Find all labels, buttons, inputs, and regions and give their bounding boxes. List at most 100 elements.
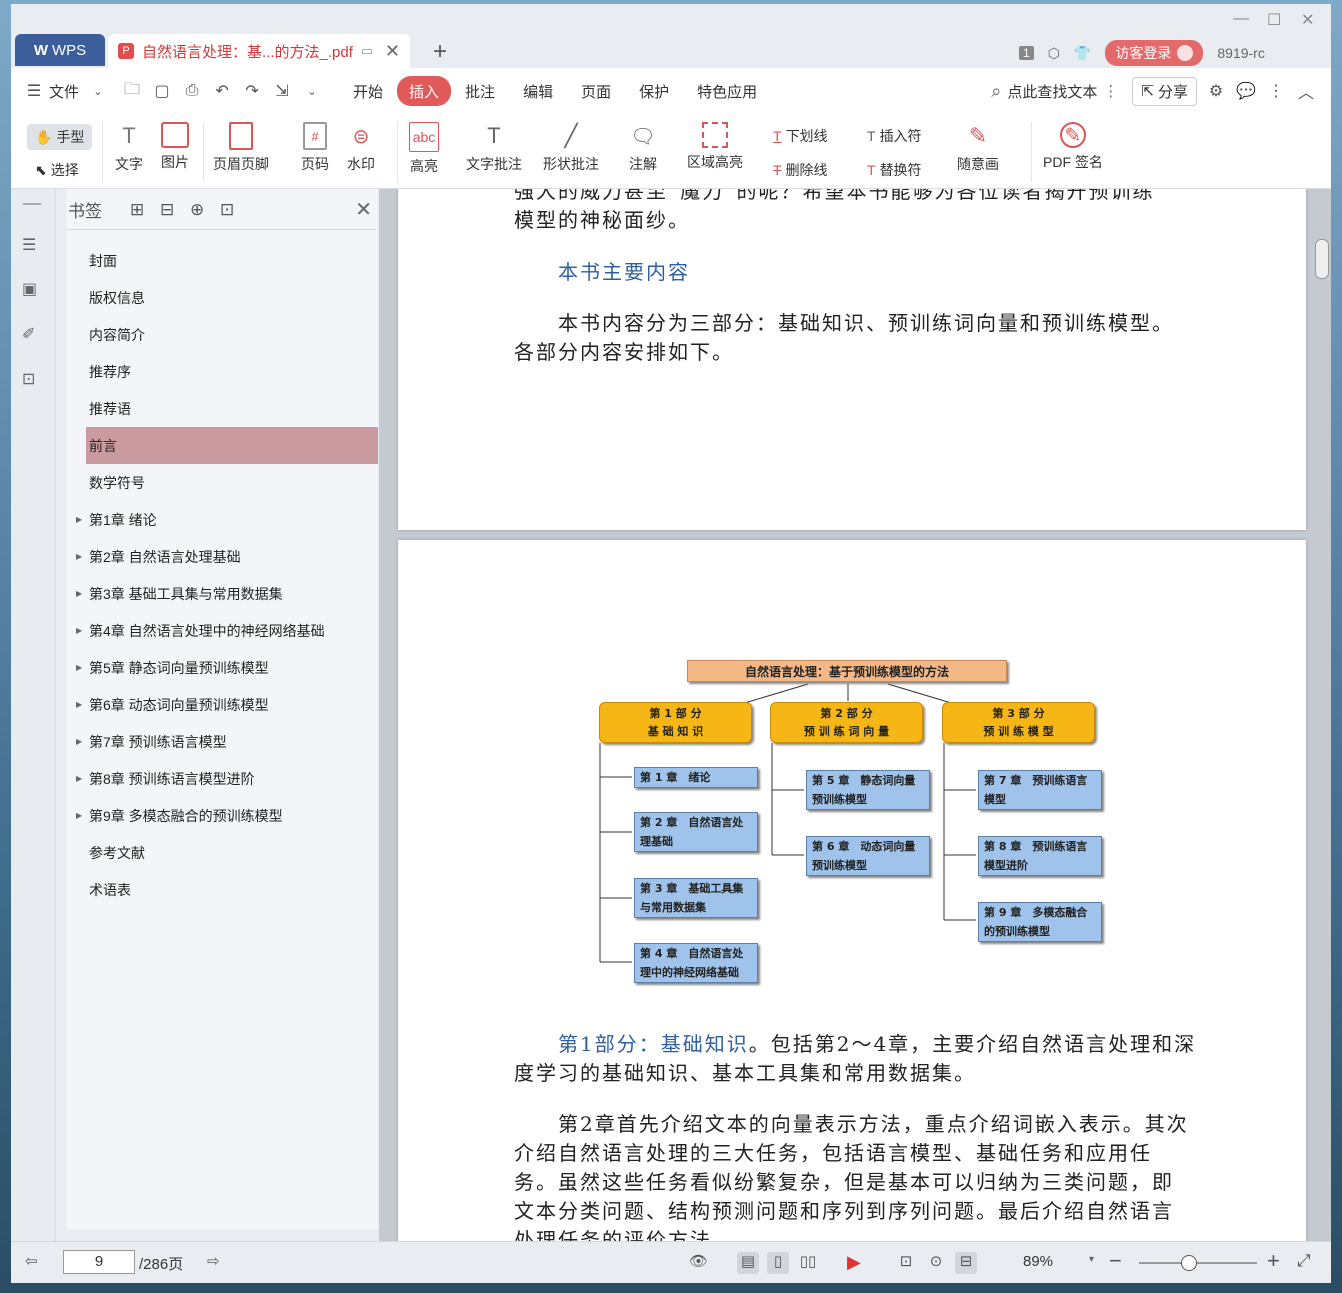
play-icon[interactable]: ▶ (847, 1252, 869, 1274)
menu-page[interactable]: 页面 (567, 76, 625, 106)
page-number-input[interactable]: 9 (63, 1250, 135, 1274)
hand-tool-button[interactable]: ✋ 手型 (27, 124, 93, 150)
strikethrough-button[interactable]: T 删除线 (773, 160, 828, 180)
bookmark-item[interactable]: ▶ 第8章 预训练语言模型进阶 (66, 760, 378, 797)
login-button[interactable]: 访客登录 (1105, 40, 1204, 66)
bookmark-item[interactable]: 封面 (66, 242, 378, 279)
annotation-button[interactable]: 🗨 注解 (629, 122, 657, 174)
save-icon[interactable]: ▢ (151, 80, 173, 102)
collapse-ribbon-icon[interactable]: ︿ (1295, 80, 1317, 102)
bookmark-item[interactable]: ▶ 第3章 基础工具集与常用数据集 (66, 575, 378, 612)
share-button[interactable]: ⇱ 分享 (1132, 76, 1197, 106)
bookmark-item[interactable]: ▶ 第2章 自然语言处理基础 (66, 538, 378, 575)
two-page-icon[interactable]: ▯▯ (797, 1252, 819, 1274)
chevron-down-icon[interactable]: ⌄ (87, 80, 109, 102)
single-page-icon[interactable]: ▯ (767, 1252, 789, 1274)
bookmark-item[interactable]: 内容简介 (66, 316, 378, 353)
close-tab-icon[interactable]: ✕ (385, 41, 400, 62)
select-tool-button[interactable]: ⬉ 选择 (35, 160, 79, 180)
expand-all-icon[interactable]: ⊕ (190, 200, 208, 219)
pdf-sign-button[interactable]: ✎ PDF 签名 (1043, 122, 1103, 172)
undo-icon[interactable]: ↶ (211, 80, 233, 102)
menu-start[interactable]: 开始 (339, 76, 397, 106)
print-icon[interactable]: ⎙ (181, 80, 203, 102)
bookmark-item[interactable]: 术语表 (66, 871, 378, 908)
menu-insert[interactable]: 插入 (397, 76, 452, 106)
next-page-icon[interactable]: ⇨ (207, 1252, 229, 1274)
expand-arrow-icon[interactable]: ▶ (76, 737, 82, 746)
bookmark-item[interactable]: 前言 (86, 427, 378, 464)
new-tab-icon[interactable]: + (433, 38, 447, 66)
expand-arrow-icon[interactable]: ▶ (76, 811, 82, 820)
eye-care-icon[interactable]: 👁 (689, 1252, 711, 1274)
insert-text-button[interactable]: T 文字 (115, 122, 143, 174)
outline-icon[interactable]: ☰ (22, 235, 42, 255)
insert-char-button[interactable]: T 插入符 (867, 126, 922, 146)
underline-button[interactable]: T 下划线 (773, 126, 828, 146)
cube-icon[interactable]: ⬡ (1048, 45, 1060, 62)
shape-comment-button[interactable]: ╱ 形状批注 (543, 122, 599, 174)
fit-width-icon[interactable]: ⊟ (955, 1252, 977, 1274)
tab-document[interactable]: P 自然语言处理：基...的方法_.pdf ▭ ✕ (108, 34, 410, 68)
zoom-slider-thumb[interactable] (1181, 1255, 1197, 1271)
maximize-icon[interactable]: ☐ (1267, 10, 1281, 30)
fit-page-icon[interactable]: ⊙ (925, 1252, 947, 1274)
actual-size-icon[interactable]: ⊡ (895, 1252, 917, 1274)
watermark-button[interactable]: ⊜ 水印 (347, 122, 375, 174)
menu-protect[interactable]: 保护 (625, 76, 683, 106)
page-number-button[interactable]: # 页码 (301, 122, 329, 174)
export-icon[interactable]: ⇲ (271, 80, 293, 102)
continuous-view-icon[interactable]: ▤ (737, 1252, 759, 1274)
expand-arrow-icon[interactable]: ▶ (76, 589, 82, 598)
vertical-scrollbar[interactable] (1315, 239, 1329, 279)
chat-icon[interactable]: 💬 (1235, 80, 1257, 102)
area-highlight-button[interactable]: 区域高亮 (687, 122, 743, 172)
search-box[interactable]: ⌕ 点此查找文本 ⋮ (991, 81, 1118, 102)
menu-comment[interactable]: 批注 (451, 76, 509, 106)
add-bookmark-icon[interactable]: ⊞ (130, 200, 148, 219)
expand-arrow-icon[interactable]: ▶ (76, 626, 82, 635)
bookmark-item[interactable]: 推荐序 (66, 353, 378, 390)
bookmark-item[interactable]: ▶ 第9章 多模态融合的预训练模型 (66, 797, 378, 834)
close-window-icon[interactable]: ✕ (1301, 10, 1314, 30)
expand-arrow-icon[interactable]: ▶ (76, 774, 82, 783)
zoom-level[interactable]: 89% (1023, 1253, 1053, 1270)
tab-wps-home[interactable]: W WPS (15, 34, 105, 66)
close-panel-icon[interactable]: ✕ (355, 197, 372, 222)
highlight-button[interactable]: abc 高亮 (409, 122, 439, 176)
expand-arrow-icon[interactable]: ▶ (76, 552, 82, 561)
bookmark-item[interactable]: 版权信息 (66, 279, 378, 316)
fullscreen-icon[interactable]: ⤢ (1297, 1251, 1311, 1271)
menu-edit[interactable]: 编辑 (509, 76, 567, 106)
bookmark-item[interactable]: ▶ 第4章 自然语言处理中的神经网络基础 (66, 612, 378, 649)
bookmark-item[interactable]: ▶ 第7章 预训练语言模型 (66, 723, 378, 760)
redo-icon[interactable]: ↷ (241, 80, 263, 102)
more-options-icon[interactable]: ⋮ (1265, 80, 1287, 102)
annotation-list-icon[interactable]: ✐ (22, 324, 42, 344)
expand-arrow-icon[interactable]: ▶ (76, 515, 82, 524)
remove-bookmark-icon[interactable]: ⊟ (160, 200, 178, 219)
bookmark-item[interactable]: 参考文献 (66, 834, 378, 871)
bookmark-item[interactable]: 推荐语 (66, 390, 378, 427)
header-footer-button[interactable]: 页眉页脚 (213, 122, 269, 174)
page-badge[interactable]: 1 (1019, 46, 1034, 60)
insert-image-button[interactable]: 图片 (161, 122, 189, 172)
hamburger-icon[interactable]: ☰ (23, 80, 45, 102)
prev-page-icon[interactable]: ⇦ (25, 1252, 47, 1274)
thumbnail-icon[interactable]: ▣ (22, 279, 42, 299)
document-viewport[interactable]: 强大的威力甚至“魔力”的呢？希望本书能够为各位读者揭开预训练 模型的神秘面纱。 … (379, 189, 1331, 1241)
monitor-icon[interactable]: ▭ (361, 43, 373, 59)
signature-list-icon[interactable]: ⊡ (22, 369, 42, 389)
bookmark-item[interactable]: 数学符号 (66, 464, 378, 501)
minimize-icon[interactable]: — (1233, 10, 1249, 28)
bookmark-item[interactable]: ▶ 第1章 绪论 (66, 501, 378, 538)
bookmark-options-icon[interactable]: ⊡ (220, 200, 238, 219)
more-dropdown-icon[interactable]: ⌄ (301, 80, 323, 102)
freehand-button[interactable]: ✎ 随意画 (957, 122, 999, 174)
zoom-dropdown-icon[interactable]: ▾ (1089, 1254, 1094, 1265)
bookmark-item[interactable]: ▶ 第6章 动态词向量预训练模型 (66, 686, 378, 723)
menu-features[interactable]: 特色应用 (683, 76, 771, 106)
file-menu[interactable]: 文件 (49, 81, 79, 102)
more-vertical-icon[interactable]: ⋮ (1103, 82, 1118, 100)
shirt-icon[interactable]: 👕 (1074, 45, 1091, 62)
